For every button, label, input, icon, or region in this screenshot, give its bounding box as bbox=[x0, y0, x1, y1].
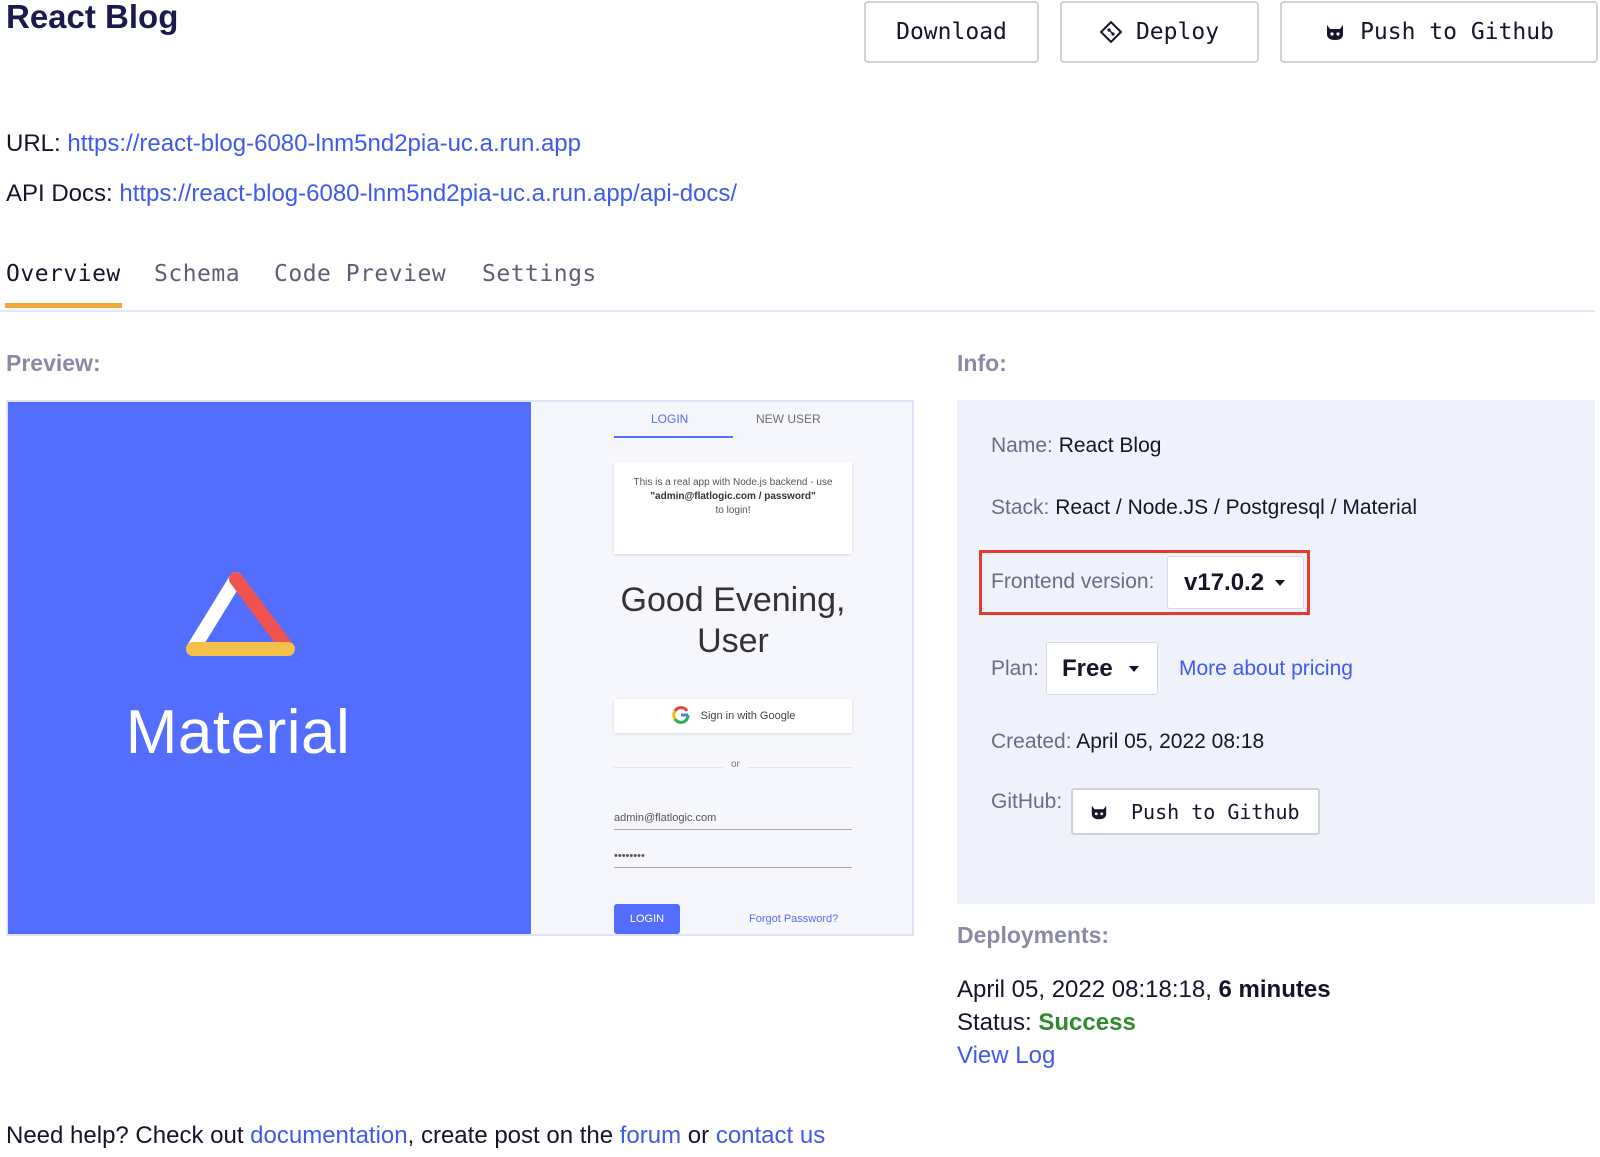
preview-tab-login: LOGIN bbox=[651, 412, 689, 426]
page-title: React Blog bbox=[6, 0, 179, 35]
tab-bar: Overview Schema Code Preview Settings bbox=[0, 255, 1595, 312]
preview-greeting: Good Evening, User bbox=[614, 580, 852, 662]
tab-code-preview[interactable]: Code Preview bbox=[274, 261, 446, 287]
info-created: Created: April 05, 2022 08:18 bbox=[991, 730, 1264, 754]
preview-info-note: This is a real app with Node.js backend … bbox=[614, 462, 852, 554]
preview-login-button: LOGIN bbox=[614, 904, 680, 934]
app-url-link[interactable]: https://react-blog-6080-lnm5nd2pia-uc.a.… bbox=[67, 130, 581, 157]
help-footer: Need help? Check out documentation, crea… bbox=[6, 1122, 825, 1150]
plan-key: Plan: bbox=[991, 657, 1039, 680]
deployment-status-value: Success bbox=[1038, 1009, 1136, 1036]
preview-heading: Preview: bbox=[6, 350, 101, 376]
github-key: GitHub: bbox=[991, 790, 1063, 813]
deployment-status-line: Status: Success bbox=[957, 1009, 1136, 1037]
view-log-link[interactable]: View Log bbox=[957, 1042, 1055, 1069]
tab-settings[interactable]: Settings bbox=[482, 261, 597, 287]
download-label: Download bbox=[896, 19, 1007, 45]
info-push-label: Push to Github bbox=[1131, 799, 1300, 824]
tab-schema[interactable]: Schema bbox=[154, 261, 240, 287]
tab-overview[interactable]: Overview bbox=[6, 261, 121, 287]
preview-or-label: or bbox=[723, 759, 748, 770]
preview-brand-panel: Material bbox=[8, 402, 531, 934]
info-stack: Stack: React / Node.JS / Postgresql / Ma… bbox=[991, 496, 1417, 520]
deployment-status-key: Status: bbox=[957, 1009, 1032, 1036]
contact-us-link[interactable]: contact us bbox=[716, 1122, 825, 1149]
created-value: April 05, 2022 08:18 bbox=[1076, 730, 1265, 753]
plan-select[interactable]: Free bbox=[1046, 642, 1158, 695]
download-button[interactable]: Download bbox=[864, 1, 1039, 63]
chevron-down-icon bbox=[1275, 579, 1285, 586]
push-label: Push to Github bbox=[1360, 19, 1554, 45]
preview-email-field: admin@flatlogic.com bbox=[614, 812, 852, 830]
plan-value: Free bbox=[1062, 654, 1113, 682]
chevron-down-icon bbox=[1129, 665, 1139, 672]
preview-note-creds: "admin@flatlogic.com / password" bbox=[650, 491, 816, 502]
deployment-date: April 05, 2022 08:18:18, bbox=[957, 976, 1212, 1003]
name-value: React Blog bbox=[1058, 434, 1162, 457]
deployments-heading: Deployments: bbox=[957, 922, 1110, 948]
preview-password-field: •••••••• bbox=[614, 850, 852, 868]
preview-greeting-line1: Good Evening, bbox=[620, 581, 846, 619]
preview-greeting-line2: User bbox=[697, 622, 769, 660]
github-cat-icon bbox=[1324, 22, 1346, 42]
frontend-version-key: Frontend version: bbox=[991, 570, 1155, 593]
git-diamond-icon bbox=[1099, 21, 1122, 43]
material-logo-icon bbox=[181, 569, 301, 664]
deployment-date-line: April 05, 2022 08:18:18, 6 minutes bbox=[957, 976, 1331, 1004]
info-name: Name: React Blog bbox=[991, 434, 1161, 458]
preview-note-line1: This is a real app with Node.js backend … bbox=[633, 477, 833, 488]
forum-link[interactable]: forum bbox=[620, 1122, 681, 1149]
deployment-duration: 6 minutes bbox=[1218, 976, 1331, 1003]
created-key: Created: bbox=[991, 730, 1072, 753]
url-line: URL: https://react-blog-6080-lnm5nd2pia-… bbox=[6, 130, 581, 158]
deploy-label: Deploy bbox=[1135, 19, 1220, 45]
deploy-button[interactable]: Deploy bbox=[1060, 1, 1259, 63]
frontend-version-value: v17.0.2 bbox=[1184, 568, 1265, 596]
stack-value: React / Node.JS / Postgresql / Material bbox=[1055, 496, 1418, 519]
deployment-log-line: View Log bbox=[957, 1042, 1055, 1070]
url-label: URL: bbox=[6, 130, 61, 157]
api-docs-label: API Docs: bbox=[6, 180, 113, 207]
help-prefix: Need help? Check out bbox=[6, 1122, 244, 1149]
google-g-icon bbox=[671, 705, 691, 728]
info-heading: Info: bbox=[957, 350, 1007, 376]
pricing-link[interactable]: More about pricing bbox=[1179, 657, 1353, 681]
info-push-to-github-button[interactable]: Push to Github bbox=[1071, 788, 1320, 835]
github-cat-icon bbox=[1089, 803, 1109, 821]
documentation-link[interactable]: documentation bbox=[250, 1122, 407, 1149]
preview-brand-name: Material bbox=[125, 698, 351, 767]
api-docs-line: API Docs: https://react-blog-6080-lnm5nd… bbox=[6, 180, 737, 208]
stack-key: Stack: bbox=[991, 496, 1050, 519]
help-middle: , create post on the bbox=[407, 1122, 614, 1149]
push-to-github-button[interactable]: Push to Github bbox=[1280, 1, 1598, 63]
active-tab-indicator bbox=[5, 303, 122, 308]
frontend-version-select[interactable]: v17.0.2 bbox=[1167, 556, 1304, 609]
preview-note-line3: to login! bbox=[715, 505, 751, 516]
help-or: or bbox=[687, 1122, 710, 1149]
preview-forgot-link: Forgot Password? bbox=[749, 913, 839, 925]
preview-google-label: Sign in with Google bbox=[700, 710, 796, 722]
app-preview-image: Material LOGIN NEW USER This is a real a… bbox=[6, 400, 914, 936]
info-panel: Name: React Blog Stack: React / Node.JS … bbox=[957, 400, 1595, 904]
api-docs-link[interactable]: https://react-blog-6080-lnm5nd2pia-uc.a.… bbox=[119, 180, 737, 207]
name-key: Name: bbox=[991, 434, 1053, 457]
preview-tab-indicator bbox=[614, 436, 733, 438]
preview-tab-new-user: NEW USER bbox=[756, 412, 821, 426]
preview-login-panel: LOGIN NEW USER This is a real app with N… bbox=[531, 402, 912, 934]
preview-google-button: Sign in with Google bbox=[614, 699, 852, 733]
